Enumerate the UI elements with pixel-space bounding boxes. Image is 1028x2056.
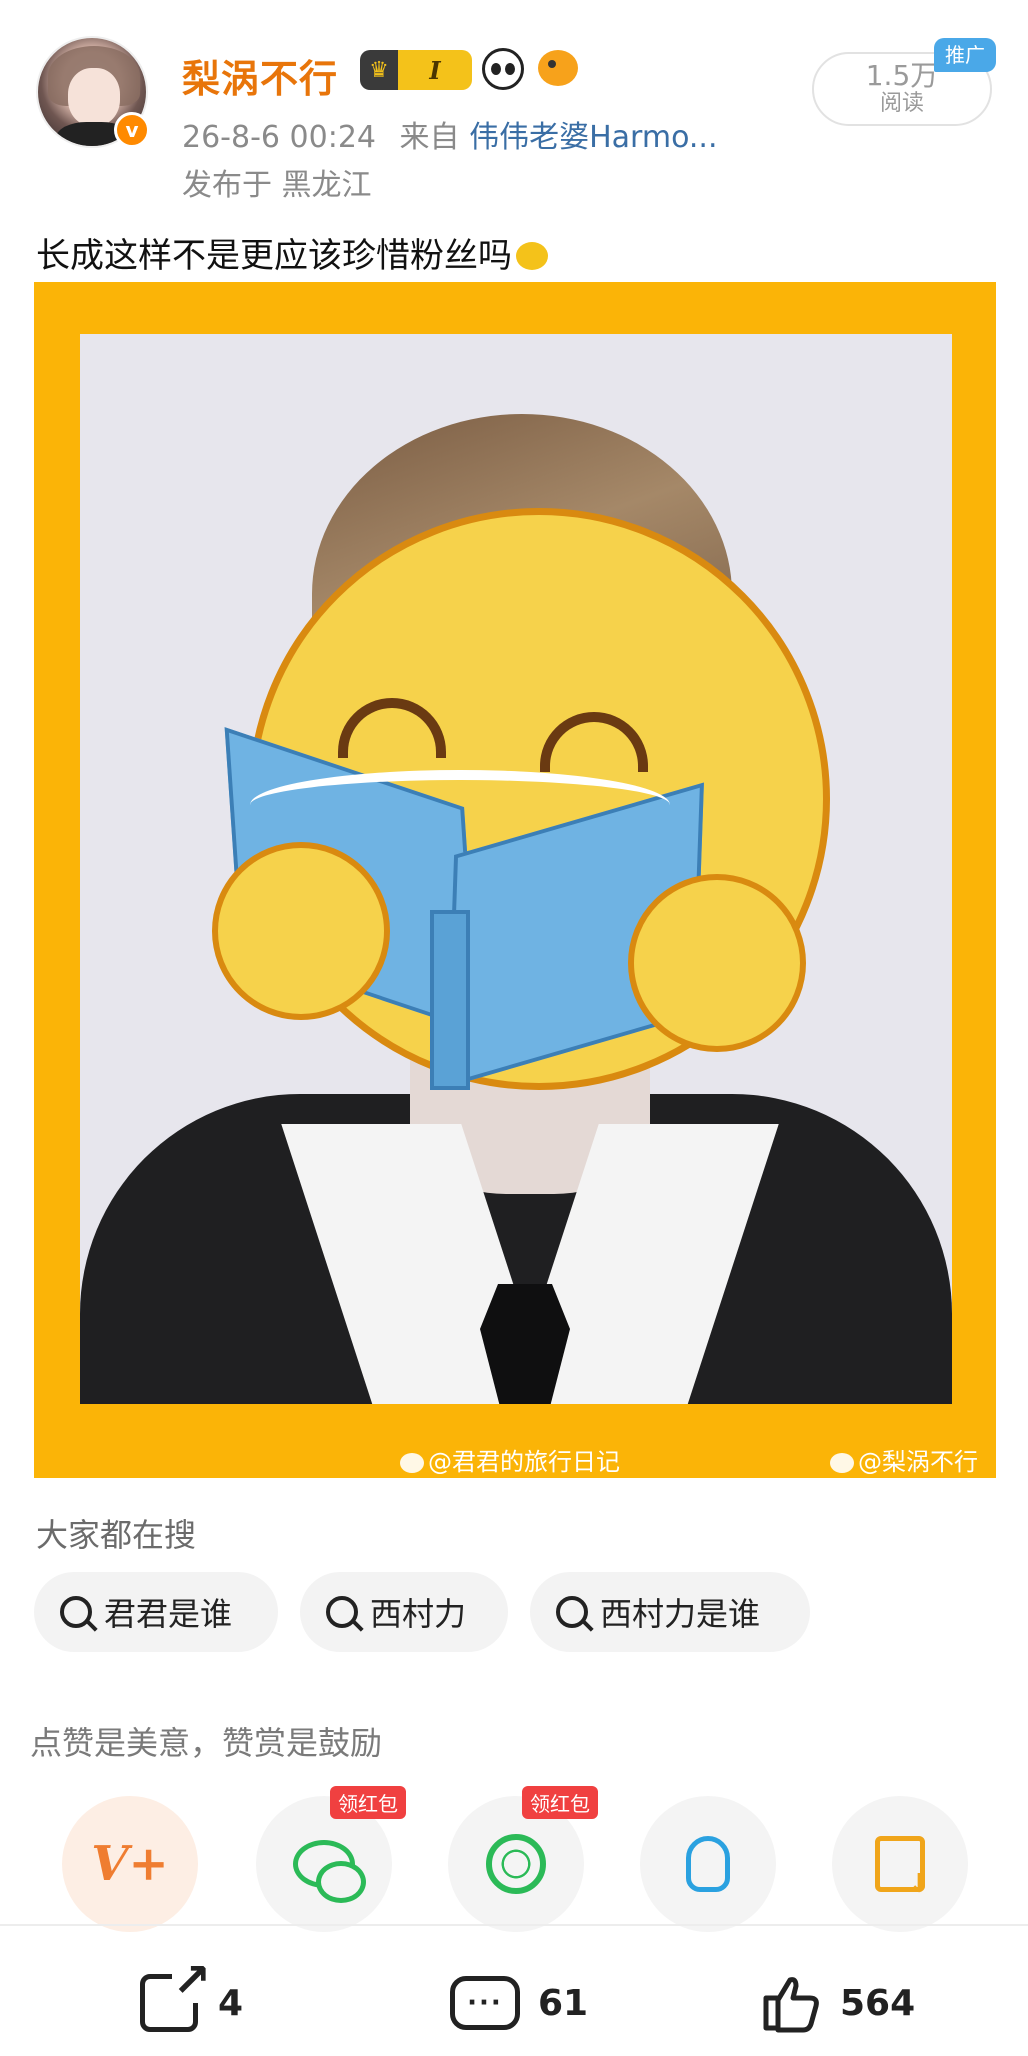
search-chip[interactable]: 君君是谁 — [34, 1572, 278, 1652]
weibo-logo-icon — [830, 1453, 854, 1473]
member-level-badge[interactable]: ♛ I — [360, 50, 472, 90]
post-timestamp: 26-8-6 00:24 — [182, 120, 376, 155]
panda-badge-icon[interactable] — [482, 48, 524, 90]
emoji-icon — [516, 241, 548, 270]
author-name[interactable]: 梨涡不行 — [182, 48, 338, 103]
wechat-icon — [293, 1840, 366, 1903]
search-icon — [556, 1596, 588, 1628]
like-button[interactable]: 564 — [760, 1968, 915, 2038]
thumbs-up-icon — [760, 1972, 822, 2034]
read-label: 阅读 — [879, 91, 924, 116]
share-wechat-button[interactable]: 领红包 — [256, 1786, 406, 1932]
hot-search-title: 大家都在搜 — [36, 1516, 197, 1554]
search-chip[interactable]: 西村力 — [300, 1572, 508, 1652]
avatar-face — [68, 68, 120, 126]
like-count: 564 — [840, 1982, 916, 2024]
crown-icon: ♛ — [369, 57, 389, 83]
reward-prompt: 点赞是美意，赞赏是鼓励 — [30, 1724, 383, 1762]
comment-icon: ··· — [450, 1976, 520, 2030]
post-location: 发布于 黑龙江 — [182, 168, 372, 203]
search-icon — [326, 1596, 358, 1628]
search-chip-label: 西村力是谁 — [600, 1595, 761, 1633]
red-packet-tag: 领红包 — [522, 1786, 598, 1819]
v-plus-icon: V+ — [91, 1836, 169, 1892]
comment-button[interactable]: ··· 61 — [450, 1968, 588, 2038]
post-text: 长成这样不是更应该珍惜粉丝吗 — [36, 236, 512, 276]
comment-count: 61 — [538, 1982, 589, 2024]
search-icon — [60, 1596, 92, 1628]
share-qq-button[interactable] — [640, 1796, 776, 1932]
verified-icon: v — [114, 112, 150, 148]
search-chip-label: 君君是谁 — [104, 1595, 233, 1633]
source-prefix: 来自 — [399, 120, 460, 155]
post-source-link[interactable]: 伟伟老婆Harmo... — [469, 120, 717, 155]
search-chip[interactable]: 西村力是谁 — [530, 1572, 810, 1652]
red-packet-tag: 领红包 — [330, 1786, 406, 1819]
weibo-logo-icon — [400, 1453, 424, 1473]
emoji-hand-right — [628, 874, 806, 1052]
image-watermark: @君君的旅行日记 — [400, 1442, 620, 1477]
repost-icon — [140, 1957, 211, 2032]
bottom-divider — [0, 1924, 1028, 1926]
book-pages — [250, 770, 670, 840]
level-text: I — [429, 55, 441, 85]
save-image-icon — [875, 1836, 930, 1899]
qq-icon — [686, 1836, 730, 1892]
repost-button[interactable]: 4 — [140, 1957, 244, 2038]
moments-icon — [486, 1834, 546, 1894]
v-plus-button[interactable]: V+ — [62, 1796, 198, 1932]
search-chip-label: 西村力 — [370, 1595, 467, 1633]
share-moments-button[interactable]: 领红包 — [448, 1786, 598, 1932]
save-image-button[interactable] — [832, 1796, 968, 1932]
fish-badge-icon[interactable] — [538, 50, 578, 86]
post-meta: 26-8-6 00:24 来自 伟伟老婆Harmo... — [182, 112, 718, 156]
post-body: 长成这样不是更应该珍惜粉丝吗 — [36, 228, 548, 277]
emoji-hand-left — [212, 842, 390, 1020]
promo-tag[interactable]: 推广 — [934, 38, 996, 72]
repost-count: 4 — [218, 1982, 244, 2024]
image-watermark: @梨涡不行 — [830, 1442, 978, 1477]
book-spine — [430, 910, 470, 1090]
